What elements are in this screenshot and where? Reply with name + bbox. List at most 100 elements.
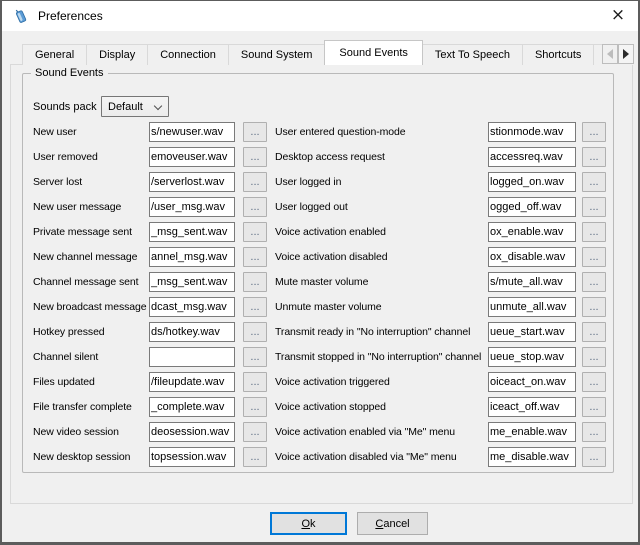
sound-event-label: Voice activation disabled <box>275 251 488 263</box>
sound-file-input[interactable] <box>149 297 235 317</box>
browse-button[interactable]: ... <box>243 272 267 292</box>
sound-file-input[interactable] <box>488 347 576 367</box>
sound-file-input[interactable] <box>149 197 235 217</box>
sound-event-row: New user message ... User logged out ... <box>33 197 607 217</box>
tab-text-to-speech[interactable]: Text To Speech <box>422 44 523 65</box>
sound-events-group: Sound Events Sounds pack Default New use… <box>22 73 614 473</box>
browse-button[interactable]: ... <box>582 397 606 417</box>
tab-label: General <box>35 49 74 61</box>
preferences-dialog: Preferences × General Display Connection… <box>0 0 640 545</box>
sound-event-label: New desktop session <box>33 451 149 463</box>
sound-file-input[interactable] <box>149 447 235 467</box>
browse-button[interactable]: ... <box>243 222 267 242</box>
tab-general[interactable]: General <box>22 44 87 65</box>
browse-button[interactable]: ... <box>582 347 606 367</box>
sound-event-label: Voice activation stopped <box>275 401 488 413</box>
sound-event-label: New video session <box>33 426 149 438</box>
browse-button[interactable]: ... <box>582 122 606 142</box>
close-button[interactable]: × <box>598 1 638 30</box>
tab-label: Sound System <box>241 49 313 61</box>
browse-button[interactable]: ... <box>582 272 606 292</box>
sound-file-input[interactable] <box>149 322 235 342</box>
browse-button[interactable]: ... <box>243 422 267 442</box>
browse-button[interactable]: ... <box>582 372 606 392</box>
sounds-pack-value: Default <box>108 101 143 113</box>
sound-event-label: Channel silent <box>33 351 149 363</box>
sound-event-label: Files updated <box>33 376 149 388</box>
browse-button[interactable]: ... <box>582 147 606 167</box>
browse-button[interactable]: ... <box>243 197 267 217</box>
sound-event-label: Voice activation enabled <box>275 226 488 238</box>
tab-scroll-left-button[interactable] <box>602 44 618 64</box>
browse-button[interactable]: ... <box>582 222 606 242</box>
sound-file-input[interactable] <box>149 172 235 192</box>
tab-label: Display <box>99 49 135 61</box>
sound-file-input[interactable] <box>488 197 576 217</box>
tab-display[interactable]: Display <box>86 44 148 65</box>
sound-file-input[interactable] <box>488 422 576 442</box>
arrow-left-icon <box>607 49 613 59</box>
browse-button[interactable]: ... <box>243 247 267 267</box>
tab-sound-events[interactable]: Sound Events <box>324 40 423 65</box>
tab-shortcuts[interactable]: Shortcuts <box>522 44 594 65</box>
sound-file-input[interactable] <box>149 347 235 367</box>
browse-button[interactable]: ... <box>243 147 267 167</box>
browse-button[interactable]: ... <box>582 172 606 192</box>
sound-file-input[interactable] <box>488 272 576 292</box>
sound-file-input[interactable] <box>488 222 576 242</box>
tab-connection[interactable]: Connection <box>147 44 229 65</box>
browse-button[interactable]: ... <box>582 422 606 442</box>
tab-label: Sound Events <box>339 47 408 59</box>
sound-file-input[interactable] <box>149 397 235 417</box>
sound-file-input[interactable] <box>149 272 235 292</box>
sound-event-label: Hotkey pressed <box>33 326 149 338</box>
browse-button[interactable]: ... <box>243 397 267 417</box>
sound-event-row: Private message sent ... Voice activatio… <box>33 222 607 242</box>
sound-file-input[interactable] <box>488 372 576 392</box>
tab-sound-system[interactable]: Sound System <box>228 44 326 65</box>
chevron-down-icon <box>154 102 162 110</box>
browse-button[interactable]: ... <box>243 447 267 467</box>
cancel-button[interactable]: Cancel <box>357 512 428 535</box>
sound-file-input[interactable] <box>488 322 576 342</box>
sound-file-input[interactable] <box>149 222 235 242</box>
browse-button[interactable]: ... <box>582 197 606 217</box>
sound-event-label: Unmute master volume <box>275 301 488 313</box>
sound-event-label: Transmit ready in "No interruption" chan… <box>275 326 488 338</box>
sound-file-input[interactable] <box>488 397 576 417</box>
browse-button[interactable]: ... <box>243 297 267 317</box>
sound-file-input[interactable] <box>149 147 235 167</box>
sound-file-input[interactable] <box>488 122 576 142</box>
sound-event-row: New video session ... Voice activation e… <box>33 422 607 442</box>
sound-file-input[interactable] <box>149 247 235 267</box>
titlebar: Preferences × <box>2 1 638 31</box>
sound-event-label: Channel message sent <box>33 276 149 288</box>
sound-event-label: Server lost <box>33 176 149 188</box>
sound-event-row: Channel silent ... Transmit stopped in "… <box>33 347 607 367</box>
sound-file-input[interactable] <box>488 172 576 192</box>
tab-scroll-right-button[interactable] <box>618 44 634 64</box>
sound-file-input[interactable] <box>488 297 576 317</box>
sounds-pack-row: Sounds pack Default <box>33 96 169 117</box>
ok-button[interactable]: Ok <box>270 512 347 535</box>
browse-button[interactable]: ... <box>243 372 267 392</box>
browse-button[interactable]: ... <box>243 322 267 342</box>
browse-button[interactable]: ... <box>243 122 267 142</box>
sound-file-input[interactable] <box>488 247 576 267</box>
browse-button[interactable]: ... <box>582 297 606 317</box>
browse-button[interactable]: ... <box>243 172 267 192</box>
browse-button[interactable]: ... <box>243 347 267 367</box>
sound-event-label: Transmit stopped in "No interruption" ch… <box>275 351 488 363</box>
sound-file-input[interactable] <box>149 122 235 142</box>
sound-file-input[interactable] <box>488 447 576 467</box>
sound-file-input[interactable] <box>488 147 576 167</box>
sound-event-label: Mute master volume <box>275 276 488 288</box>
browse-button[interactable]: ... <box>582 447 606 467</box>
sound-event-label: Private message sent <box>33 226 149 238</box>
tab-label: Text To Speech <box>435 49 510 61</box>
sound-file-input[interactable] <box>149 422 235 442</box>
sounds-pack-select[interactable]: Default <box>101 96 169 117</box>
browse-button[interactable]: ... <box>582 247 606 267</box>
browse-button[interactable]: ... <box>582 322 606 342</box>
sound-file-input[interactable] <box>149 372 235 392</box>
